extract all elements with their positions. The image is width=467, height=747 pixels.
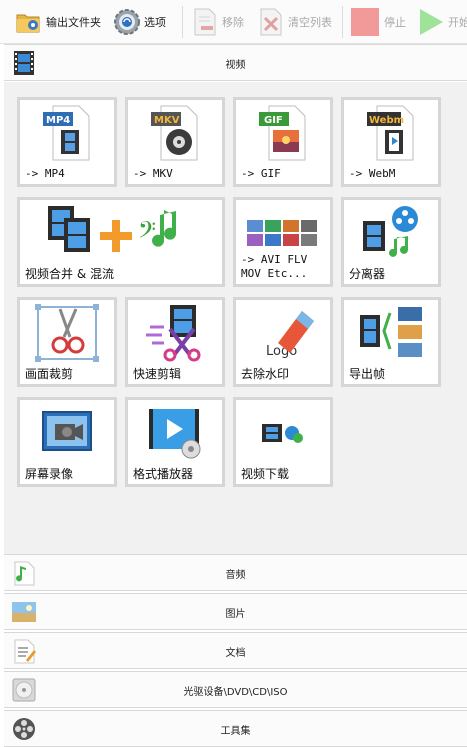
tile-label: 去除水印 [241,367,290,381]
mkv-badge-text: MKV [154,115,180,126]
audio-section-header[interactable]: 音频 [4,554,467,591]
webm-file-icon: Webm [344,102,438,164]
tile-label: 画面裁剪 [25,367,74,381]
stop-label: 停止 [384,16,406,29]
eraser-icon: Logo [236,302,330,364]
merge-icon: 𝄢 [20,202,222,264]
tile-label: 视频下载 [241,467,290,481]
stop-icon [350,7,380,37]
mp4-badge-text: MP4 [46,115,70,126]
player-icon [128,402,222,464]
mkv-file-icon: MKV [128,102,222,164]
remove-label: 移除 [222,16,244,29]
tile-label: 屏幕录像 [25,467,74,481]
tile-crop[interactable]: 画面裁剪 [17,297,117,387]
tile-label: 导出帧 [349,367,386,381]
splitter-icon [344,202,438,264]
picture-section-header[interactable]: 图片 [4,593,467,630]
tile-label: 快速剪辑 [133,367,182,381]
tile-quick-cut[interactable]: 快速剪辑 [125,297,225,387]
crop-scissors-icon [20,302,114,364]
clear-list-icon [256,7,286,37]
tile-other-formats[interactable]: -> AVI FLV MOV Etc... [233,197,333,287]
webm-badge-text: Webm [369,115,404,126]
video-download-icon [236,402,330,464]
tile-splitter[interactable]: 分离器 [341,197,441,287]
stop-button[interactable]: 停止 [350,4,406,40]
toolbar-divider [342,6,343,38]
tile-label: -> WebM [349,167,396,180]
screen-recorder-icon [20,402,114,464]
play-icon [416,7,446,37]
mp4-file-icon: MP4 [20,102,114,164]
tools-section-title: 工具集 [220,726,251,737]
tile-label: 格式播放器 [133,467,194,481]
tile-label: -> AVI FLV MOV Etc... [241,253,308,280]
video-section-header[interactable]: 视频 [4,44,467,81]
format-grid-icon [236,212,330,254]
tile-webm[interactable]: Webm -> WebM [341,97,441,187]
tile-label: 分离器 [349,267,386,281]
start-label: 开始 [448,16,467,29]
export-frames-icon [344,302,438,364]
toolbar: 输出文件夹 选项 移除 清空列表 停止 开始 [0,0,467,44]
video-tools-panel: MP4 -> MP4 MKV -> MKV GIF -> GIF Webm ->… [4,82,467,554]
tile-mkv[interactable]: MKV -> MKV [125,97,225,187]
gear-icon [112,7,142,37]
clear-list-button[interactable]: 清空列表 [256,4,332,40]
video-section-title: 视频 [225,60,246,71]
tile-label: -> MKV [133,167,173,180]
options-button[interactable]: 选项 [112,4,166,40]
tile-remove-watermark[interactable]: Logo 去除水印 [233,297,333,387]
remove-button[interactable]: 移除 [190,4,244,40]
tile-label: 视频合并 & 混流 [25,267,114,281]
tile-export-frames[interactable]: 导出帧 [341,297,441,387]
tile-gif[interactable]: GIF -> GIF [233,97,333,187]
start-button[interactable]: 开始 [416,4,467,40]
output-folder-label: 输出文件夹 [46,16,101,29]
quick-cut-icon [128,302,222,364]
tools-section-header[interactable]: 工具集 [4,710,467,747]
rom-section-title: 光驱设备\DVD\CD\ISO [183,687,288,698]
tile-label: -> MP4 [25,167,65,180]
tile-mp4[interactable]: MP4 -> MP4 [17,97,117,187]
clear-list-label: 清空列表 [288,16,332,29]
gif-badge-text: GIF [264,115,283,126]
output-folder-button[interactable]: 输出文件夹 [14,4,101,40]
picture-section-title: 图片 [225,609,246,620]
tile-video-merge[interactable]: 𝄢 视频合并 & 混流 [17,197,225,287]
tile-format-player[interactable]: 格式播放器 [125,397,225,487]
document-section-title: 文档 [225,648,246,659]
tile-video-download[interactable]: 视频下载 [233,397,333,487]
remove-document-icon [190,7,220,37]
audio-section-title: 音频 [225,570,246,581]
options-label: 选项 [144,16,166,29]
tile-label: -> GIF [241,167,281,180]
toolbar-divider [182,6,183,38]
document-section-header[interactable]: 文档 [4,632,467,669]
rom-section-header[interactable]: 光驱设备\DVD\CD\ISO [4,671,467,708]
tile-screen-recorder[interactable]: 屏幕录像 [17,397,117,487]
gif-file-icon: GIF [236,102,330,164]
folder-icon [14,7,44,37]
